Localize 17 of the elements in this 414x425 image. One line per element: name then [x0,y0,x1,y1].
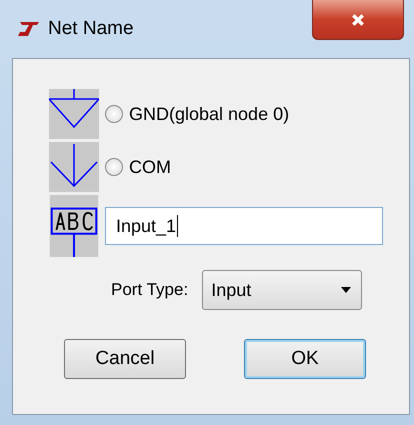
dropdown-arrow-icon [341,287,352,293]
close-button[interactable] [312,0,404,40]
option-label: GND(global node 0) [129,104,290,124]
dialog-button[interactable]: Cancel [64,339,186,379]
arrow-down-icon [49,142,99,192]
ground-symbol-icon [49,89,99,139]
dialog-button[interactable]: OK [244,339,366,379]
radio-button[interactable] [105,105,123,123]
radio-button[interactable] [105,158,123,176]
net-name-field[interactable]: Input_1 [105,207,383,245]
logo-icon [16,21,40,37]
window-title: Net Name [48,18,134,40]
label-symbol-icon [49,195,99,257]
port-type-dropdown[interactable]: Input [202,270,362,310]
option-label: COM [129,156,171,178]
close-icon [350,12,366,26]
port-type-label: Port Type: [111,280,188,300]
